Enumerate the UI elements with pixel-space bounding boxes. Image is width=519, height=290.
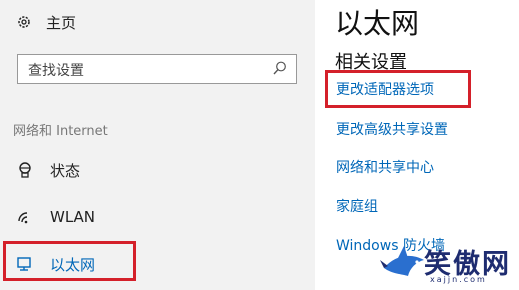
status-icon (19, 162, 31, 178)
watermark-url: xajjn.com (430, 275, 487, 284)
search-placeholder: 查找设置 (28, 63, 84, 79)
home-label: 主页 (46, 13, 77, 32)
search-settings-input[interactable]: 查找设置 (17, 54, 297, 84)
wifi-icon (18, 212, 28, 224)
sidebar-item-wlan[interactable]: WLAN (16, 203, 95, 231)
watermark: 笑傲网 xajjn.com (380, 238, 519, 290)
sidebar-item-status[interactable]: 状态 (16, 156, 80, 184)
advanced-sharing-settings-link[interactable]: 更改高级共享设置 (336, 119, 448, 139)
section-heading: 网络和 Internet (13, 124, 108, 139)
network-sharing-center-link[interactable]: 网络和共享中心 (336, 157, 434, 177)
sidebar-item-label: WLAN (50, 208, 96, 226)
sidebar-item-label: 状态 (50, 161, 81, 180)
search-icon[interactable] (272, 60, 288, 76)
shark-logo-icon (380, 246, 424, 276)
homegroup-link[interactable]: 家庭组 (336, 196, 378, 216)
highlight-box-ethernet (3, 241, 136, 281)
gear-icon (18, 16, 30, 28)
home-nav-item[interactable]: 主页 (16, 8, 76, 36)
page-title: 以太网 (335, 7, 420, 40)
highlight-box-adapter-options (325, 70, 471, 108)
